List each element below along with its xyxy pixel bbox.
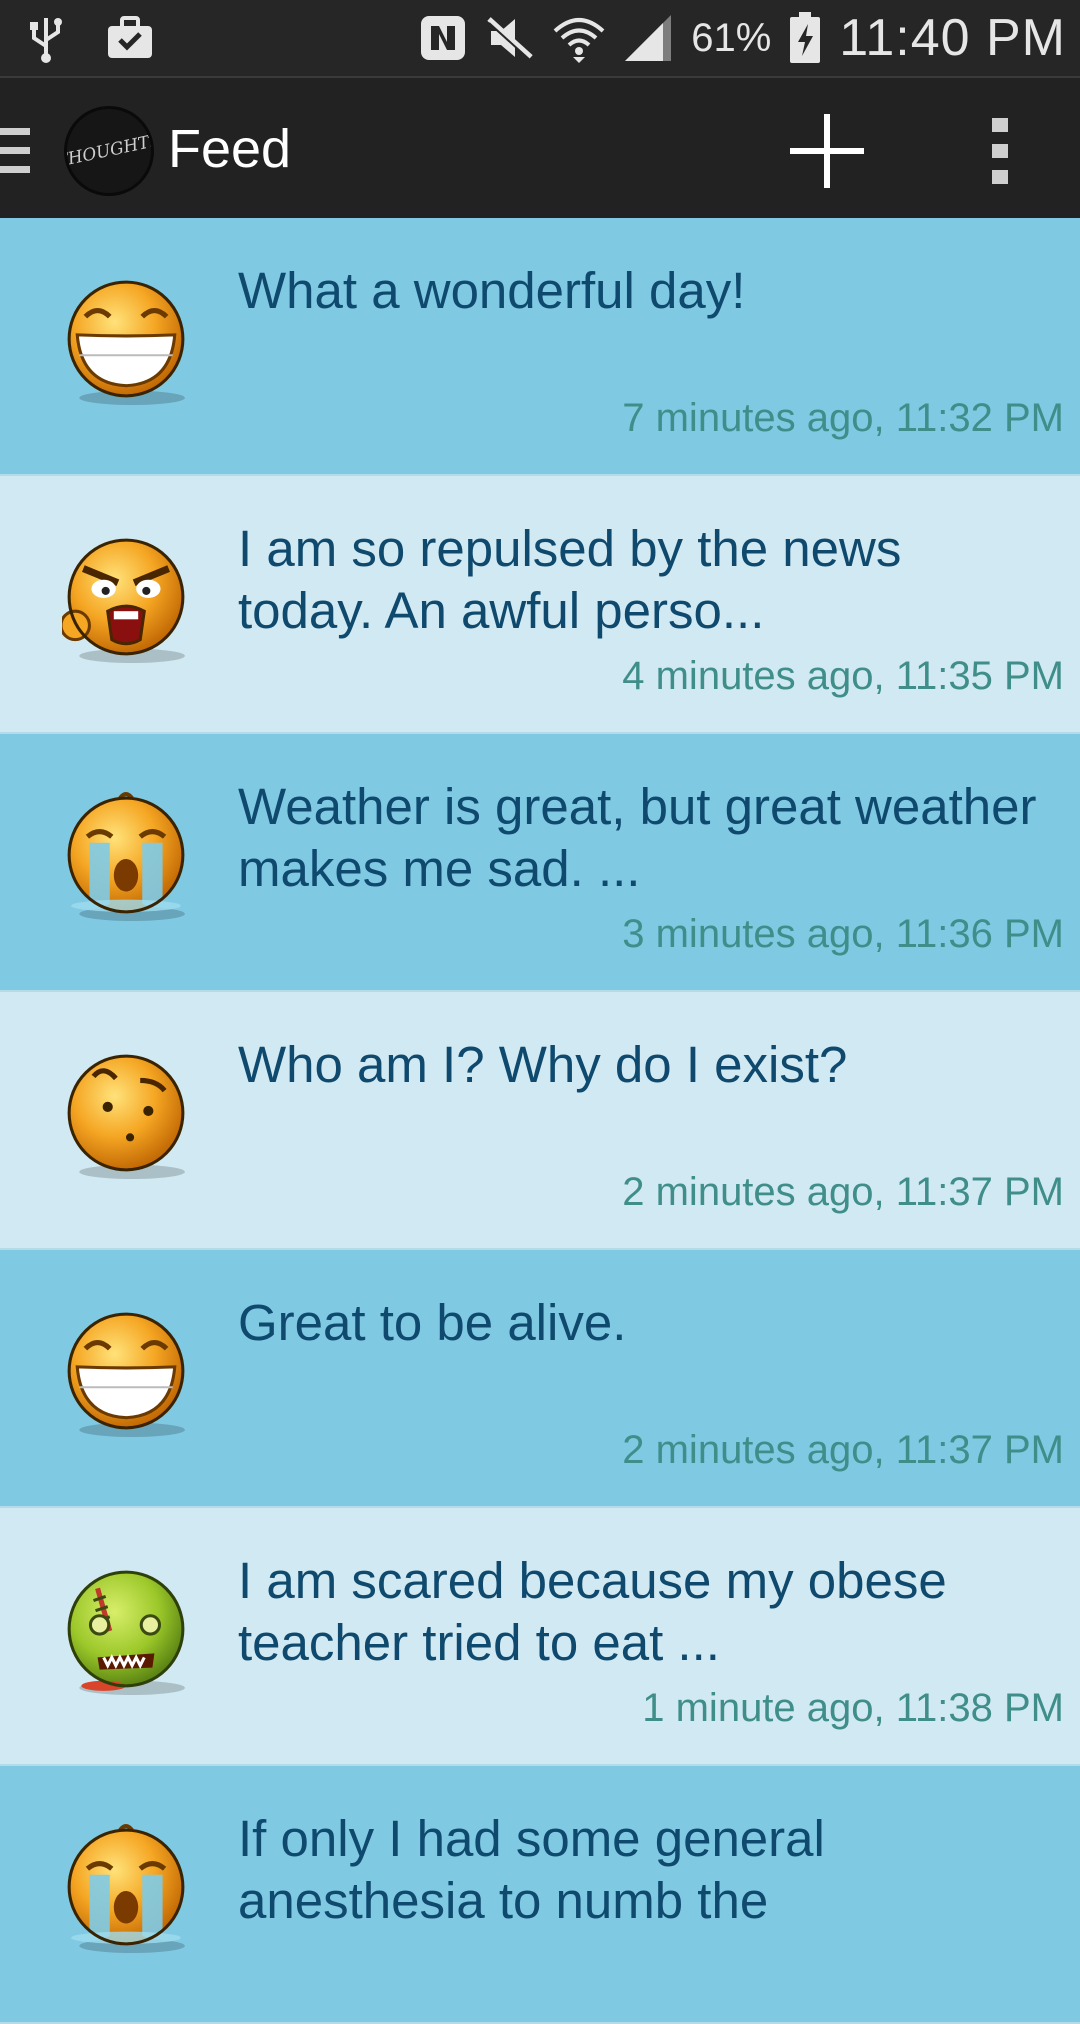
app-logo[interactable]: THOUGHTS (64, 106, 154, 196)
usb-icon (26, 12, 66, 64)
feed-item-text: Great to be alive. (238, 1294, 627, 1351)
feed-item-timestamp: 4 minutes ago, 11:35 PM (622, 654, 1064, 698)
logo-text: THOUGHTS (64, 130, 154, 172)
clock: 11:40 PM (839, 9, 1066, 67)
plus-icon (790, 114, 864, 188)
feed-item-text: If only I had some general anesthesia to… (238, 1810, 825, 1929)
feed-item[interactable]: What a wonderful day! 7 minutes ago, 11:3… (0, 218, 1080, 476)
feed-item-text: What a wonderful day! (238, 262, 746, 319)
cry-emoji-icon (62, 1824, 190, 1954)
nfc-icon (419, 14, 467, 62)
feed-item-timestamp: 1 minute ago, 11:38 PM (642, 1686, 1064, 1730)
feed-item[interactable]: Who am I? Why do I exist? 2 minutes ago, … (0, 992, 1080, 1250)
feed-item-timestamp: 7 minutes ago, 11:32 PM (622, 396, 1064, 440)
page-title: Feed (168, 119, 292, 179)
feed-item-text: I am so repulsed by the news today. An a… (238, 520, 902, 639)
add-button[interactable] (784, 108, 870, 194)
battery-percent: 61% (691, 15, 772, 60)
zombie-emoji-icon (62, 1566, 190, 1696)
feed-item-text: Who am I? Why do I exist? (238, 1036, 848, 1093)
status-bar: 61% 11:40 PM (0, 0, 1080, 76)
feed-item[interactable]: If only I had some general anesthesia to… (0, 1766, 1080, 2024)
drawer-icon[interactable] (0, 128, 30, 179)
angry-emoji-icon (59, 534, 190, 664)
action-bar: THOUGHTS Feed (0, 76, 1080, 220)
cry-emoji-icon (62, 792, 190, 922)
feed-item[interactable]: Great to be alive. 2 minutes ago, 11:37 P… (0, 1250, 1080, 1508)
feed-item-text: I am scared because my obese teacher tri… (238, 1552, 947, 1671)
overflow-menu-button[interactable] (970, 108, 1030, 194)
feed-item[interactable]: Weather is great, but great weather make… (0, 734, 1080, 992)
confused-emoji-icon (62, 1050, 190, 1180)
battery-charging-icon (789, 12, 821, 64)
wifi-icon (553, 13, 605, 63)
grin-emoji-icon (62, 1308, 190, 1438)
feed-item-timestamp: 2 minutes ago, 11:37 PM (622, 1428, 1064, 1472)
mute-icon (485, 15, 535, 61)
feed-item[interactable]: I am scared because my obese teacher tri… (0, 1508, 1080, 1766)
more-vert-icon (992, 118, 1008, 184)
feed-list: What a wonderful day! 7 minutes ago, 11:3… (0, 218, 1080, 2024)
briefcase-icon (106, 16, 154, 60)
feed-item[interactable]: I am so repulsed by the news today. An a… (0, 476, 1080, 734)
grin-emoji-icon (62, 276, 190, 406)
signal-icon (623, 13, 673, 63)
feed-item-timestamp: 3 minutes ago, 11:36 PM (622, 912, 1064, 956)
feed-item-text: Weather is great, but great weather make… (238, 778, 1037, 897)
feed-item-timestamp: 2 minutes ago, 11:37 PM (622, 1170, 1064, 1214)
